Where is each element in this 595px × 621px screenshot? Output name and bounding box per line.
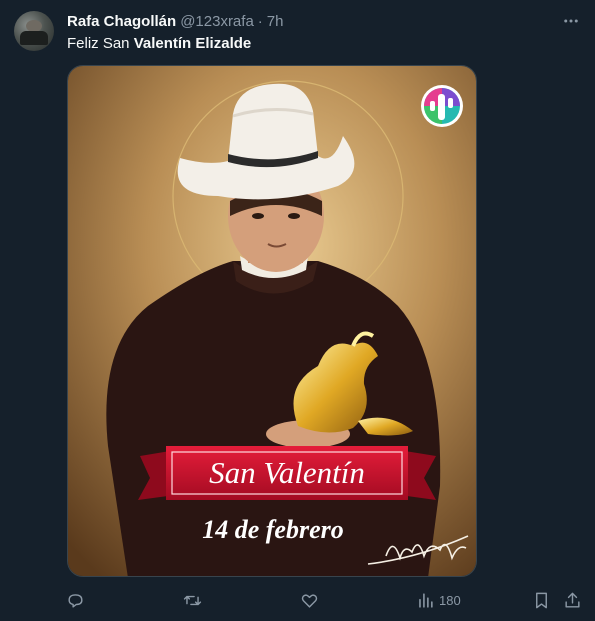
share-icon (565, 592, 580, 608)
retweet-button[interactable] (183, 588, 202, 612)
heart-icon (301, 593, 318, 608)
tweet-text: Feliz San Valentín Elizalde (67, 34, 251, 54)
tweet-text-plain: Feliz San (67, 35, 134, 52)
retweet-icon (183, 595, 202, 605)
san-valentin-banner: San Valentín (138, 446, 436, 500)
bookmark-icon (536, 592, 547, 608)
date-text: 14 de febrero (202, 515, 344, 544)
views-icon (419, 592, 433, 608)
author-name[interactable]: Rafa Chagollán (67, 13, 176, 30)
cactus-logo-icon (421, 85, 463, 127)
tweet-time[interactable]: 7h (267, 13, 284, 30)
tweet-header: Rafa Chagollán @123xrafa · 7h (67, 11, 283, 31)
avatar[interactable] (14, 11, 54, 51)
author-handle[interactable]: @123xrafa (180, 13, 254, 30)
share-button[interactable] (563, 588, 582, 612)
tweet-actions: 180 (0, 584, 595, 616)
like-button[interactable] (300, 588, 319, 612)
tweet-image[interactable]: San Valentín 14 de febrero (67, 65, 477, 577)
views-button[interactable]: 180 (416, 588, 461, 612)
separator-dot: · (257, 12, 263, 30)
reply-icon (68, 593, 83, 608)
more-options-icon[interactable] (560, 10, 582, 32)
reply-button[interactable] (66, 588, 85, 612)
banner-text: San Valentín (209, 455, 365, 490)
bookmark-button[interactable] (532, 588, 551, 612)
tweet-text-bold: Valentín Elizalde (133, 35, 252, 52)
views-count: 180 (439, 592, 461, 608)
